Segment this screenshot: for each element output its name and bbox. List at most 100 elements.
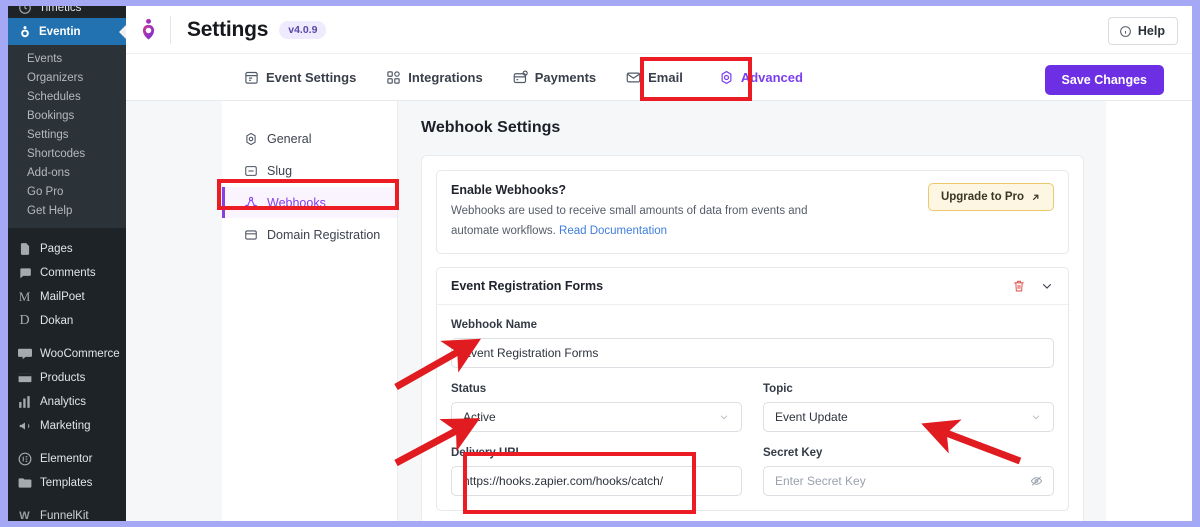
read-documentation-link[interactable]: Read Documentation [559,225,667,237]
content-right-filler [1106,101,1192,521]
integrations-grid-icon [386,70,401,85]
submenu-item-schedules[interactable]: Schedules [8,87,126,106]
submenu-item-events[interactable]: Events [8,49,126,68]
webhook-name-label: Webhook Name [451,319,538,332]
marketing-icon [17,419,32,434]
sidebar-item-comments[interactable]: Comments [8,261,126,285]
comments-icon [17,266,32,281]
tab-label: Integrations [408,70,483,85]
webhook-icon [244,196,258,210]
eventin-settings-app: Settings v4.0.9 Help Event Settings Inte… [126,6,1192,521]
domain-icon [244,228,258,242]
upgrade-to-pro-label: Upgrade to Pro [940,191,1024,203]
sidebar-item-label: Templates [40,477,93,489]
tab-email[interactable]: Email [624,54,685,101]
clock-icon [17,6,32,16]
tab-event-settings[interactable]: Event Settings [242,54,358,101]
webhook-item-title: Event Registration Forms [451,279,604,294]
templates-icon [17,476,32,491]
submenu-item-shortcodes[interactable]: Shortcodes [8,144,126,163]
webhook-item-actions [1012,279,1054,293]
sidebar-item-label: Elementor [40,453,93,465]
help-button-label: Help [1137,24,1165,38]
secret-key-input[interactable]: Enter Secret Key [763,466,1054,497]
trash-icon[interactable] [1012,279,1026,293]
save-changes-button[interactable]: Save Changes [1044,65,1164,95]
advanced-gear-icon [719,70,734,85]
topic-select[interactable]: Event Update [763,402,1054,433]
settings-body: General Slug Webhooks Domain Registratio… [126,101,1192,521]
tab-label: Payments [534,70,597,85]
upgrade-to-pro-button[interactable]: Upgrade to Pro [927,183,1054,211]
submenu-item-go-pro[interactable]: Go Pro [8,182,126,201]
url-secret-row: Delivery URL https://hooks.zapier.com/ho… [451,447,1054,497]
tab-integrations[interactable]: Integrations [384,54,484,101]
webhook-item-header[interactable]: Event Registration Forms [437,268,1068,306]
webhook-settings-content: Webhook Settings Enable Webhooks? Webhoo… [399,101,1106,521]
sidebar-item-pages[interactable]: Pages [8,237,126,261]
status-select-value: Active [463,410,496,425]
sidebar-item-elementor[interactable]: Elementor [8,447,126,471]
help-button[interactable]: Help [1107,17,1178,45]
sidebar-item-label: MailPoet [40,291,85,303]
tab-advanced[interactable]: Advanced [717,54,805,101]
sidebar-item-funnelkit[interactable]: W FunnelKit [8,504,126,521]
submenu-item-addons[interactable]: Add-ons [8,163,126,182]
chevron-down-icon[interactable] [1040,279,1054,293]
screen-frame: Timetics Eventin Events Organizers Sched… [0,0,1200,527]
elementor-icon [17,452,32,467]
version-badge: v4.0.9 [279,20,327,39]
webhook-settings-card: Enable Webhooks? Webhooks are used to re… [421,155,1084,521]
analytics-icon [17,395,32,410]
sidebar-divider-4 [8,495,126,504]
tab-payments[interactable]: Payments [511,54,598,101]
wordpress-admin-sidebar[interactable]: Timetics Eventin Events Organizers Sched… [8,6,126,521]
topic-field-group: Topic Event Update [763,383,1054,433]
sidebar-item-analytics[interactable]: Analytics [8,390,126,414]
enable-webhooks-panel: Enable Webhooks? Webhooks are used to re… [436,170,1069,255]
tab-label: Email [648,70,683,85]
sidebar-item-label: Eventin [39,25,81,38]
sidebar-item-label: Domain Registration [267,227,381,242]
submenu-item-get-help[interactable]: Get Help [8,201,126,220]
sidebar-item-templates[interactable]: Templates [8,471,126,495]
sidebar-item-webhooks[interactable]: Webhooks [222,187,397,218]
webhook-name-input[interactable]: Event Registration Forms [451,338,1054,369]
sidebar-item-label: WooCommerce [40,348,120,360]
submenu-item-organizers[interactable]: Organizers [8,68,126,87]
delivery-url-label: Delivery URL [451,447,523,460]
funnelkit-icon: W [19,510,30,521]
sidebar-item-woocommerce[interactable]: WooCommerce [8,342,126,366]
submenu-item-settings[interactable]: Settings [8,125,126,144]
sidebar-item-dokan[interactable]: D Dokan [8,309,126,333]
dokan-icon: D [19,313,30,328]
eye-off-icon[interactable] [1030,475,1043,488]
sidebar-item-eventin[interactable]: Eventin [8,18,126,45]
status-label: Status [451,383,487,396]
secret-key-field-group: Secret Key Enter Secret Key [763,447,1054,497]
sidebar-divider [8,228,126,237]
secret-key-wrapper: Enter Secret Key [763,466,1054,497]
sidebar-item-label: Pages [40,243,73,255]
sidebar-item-marketing[interactable]: Marketing [8,414,126,438]
sidebar-item-mailpoet[interactable]: M MailPoet [8,285,126,309]
external-link-arrow-icon [1030,192,1041,203]
mailpoet-icon: M [18,289,31,304]
settings-sidebar-nav: General Slug Webhooks Domain Registratio… [222,101,398,521]
sidebar-item-timetics[interactable]: Timetics [8,6,126,18]
sidebar-item-general[interactable]: General [222,123,397,154]
delivery-url-input[interactable]: https://hooks.zapier.com/hooks/catch/ [451,466,742,497]
sidebar-item-slug[interactable]: Slug [222,155,397,186]
sidebar-item-label: Dokan [40,315,74,327]
submenu-item-bookings[interactable]: Bookings [8,106,126,125]
settings-tabbar: Event Settings Integrations Payments Ema… [126,54,1192,101]
sidebar-item-products[interactable]: Products [8,366,126,390]
tab-label: Event Settings [266,70,357,85]
eventin-submenu[interactable]: Events Organizers Schedules Bookings Set… [8,45,126,228]
sidebar-item-domain-registration[interactable]: Domain Registration [222,219,397,250]
enable-webhooks-title: Enable Webhooks? [451,183,567,197]
status-select[interactable]: Active [451,402,742,433]
enable-webhooks-description: Webhooks are used to receive small amoun… [451,202,821,241]
sidebar-item-label: Marketing [40,420,91,432]
payments-card-icon [513,70,528,85]
